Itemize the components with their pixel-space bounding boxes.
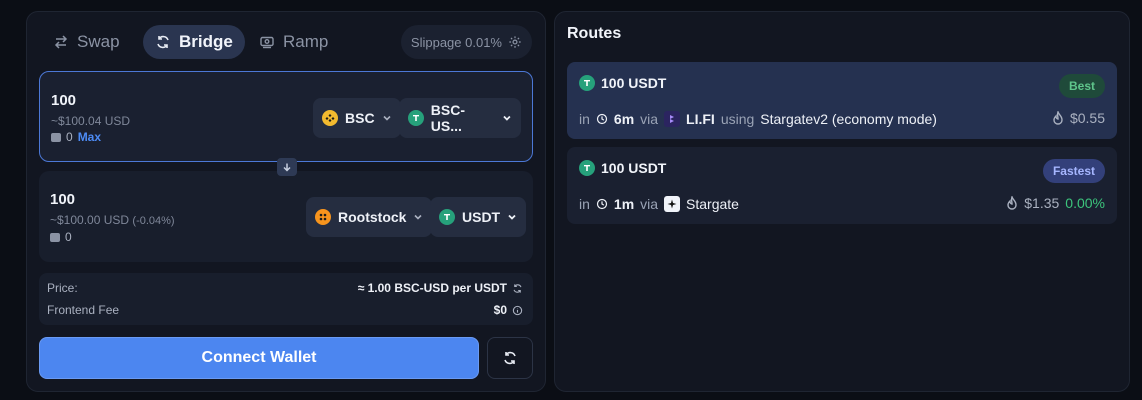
route-provider: LI.FI	[686, 111, 715, 127]
fee-value: $0	[493, 303, 507, 317]
tab-ramp[interactable]: Ramp	[247, 25, 340, 59]
usdt-token-icon	[439, 209, 455, 225]
arrow-down-icon	[283, 163, 291, 172]
flame-icon	[1007, 196, 1017, 210]
to-balance-value: 0	[65, 230, 72, 244]
to-usd-change: (-0.04%)	[132, 215, 175, 227]
from-balance-value: 0	[66, 130, 73, 144]
price-value-wrap: ≈ 1.00 BSC-USD per USDT	[358, 281, 523, 295]
bridge-cycle-icon	[157, 35, 169, 49]
in-label: in	[579, 111, 590, 127]
from-token-box[interactable]: 100 ~$100.04 USD 0 Max BSC BSC-US...	[39, 71, 533, 162]
chevron-down-icon	[414, 214, 423, 220]
bsc-chain-icon	[322, 110, 338, 126]
fee-row: Frontend Fee $0	[47, 303, 523, 317]
to-usd-amount: ~$100.00 USD	[50, 213, 130, 227]
clock-icon	[596, 198, 608, 210]
gear-icon	[509, 36, 521, 48]
tab-bridge[interactable]: Bridge	[143, 25, 245, 59]
via-label: via	[640, 196, 659, 212]
route-fee: $1.35 0.00%	[1006, 195, 1105, 211]
wallet-icon	[51, 132, 61, 142]
using-label: using	[720, 111, 755, 127]
route-details: in 1m via Stargate	[579, 196, 739, 212]
tab-swap-label: Swap	[77, 32, 120, 51]
route-amount-value: 100 USDT	[601, 75, 667, 91]
switch-direction-button[interactable]	[277, 158, 297, 176]
clock-icon	[596, 113, 608, 125]
max-button[interactable]: Max	[78, 130, 101, 144]
swap-arrows-icon	[54, 35, 68, 49]
to-token-select[interactable]: USDT	[430, 197, 527, 237]
lifi-logo-icon	[664, 111, 681, 127]
route-time: 1m	[613, 196, 635, 212]
stargate-logo-icon	[664, 196, 681, 212]
usdt-token-icon	[408, 110, 424, 126]
route-fee: $0.55	[1052, 110, 1105, 126]
from-amount-input[interactable]: 100	[51, 92, 76, 109]
fee-value-wrap: $0	[494, 303, 523, 317]
info-icon[interactable]	[512, 305, 523, 316]
route-amount: 100 USDT	[579, 160, 666, 176]
to-usd-value: ~$100.00 USD (-0.04%)	[50, 213, 175, 227]
to-token-label: USDT	[462, 209, 501, 225]
route-provider: Stargate	[686, 196, 739, 212]
routes-panel: Routes 100 USDT Best in 6m via LI.FI usi…	[554, 11, 1130, 392]
refresh-rate-icon[interactable]	[512, 283, 523, 294]
flame-icon	[1053, 111, 1063, 125]
routes-title: Routes	[567, 25, 622, 42]
route-gas: $0.55	[1069, 110, 1105, 126]
route-details: in 6m via LI.FI using Stargatev2 (econom…	[579, 111, 937, 127]
route-pct: 0.00%	[1065, 195, 1105, 211]
from-chain-select[interactable]: BSC	[313, 98, 401, 138]
from-token-label: BSC-US...	[430, 102, 465, 134]
price-row: Price: ≈ 1.00 BSC-USD per USDT	[47, 281, 523, 295]
tab-ramp-label: Ramp	[283, 32, 329, 51]
refresh-button[interactable]	[487, 337, 533, 379]
route-gas: $1.35	[1024, 195, 1060, 211]
chevron-down-icon	[503, 115, 511, 121]
usdt-token-icon	[579, 75, 595, 91]
price-value: ≈ 1.00 BSC-USD per USDT	[357, 281, 507, 295]
tab-swap[interactable]: Swap	[41, 25, 132, 59]
connect-wallet-button[interactable]: Connect Wallet	[39, 337, 479, 379]
from-token-select[interactable]: BSC-US...	[399, 98, 521, 138]
quote-info: Price: ≈ 1.00 BSC-USD per USDT Frontend …	[39, 273, 533, 325]
to-chain-label: Rootstock	[338, 209, 407, 225]
from-usd-value: ~$100.04 USD	[51, 114, 131, 128]
ramp-card-icon	[260, 36, 274, 49]
route-bridge: Stargatev2 (economy mode)	[760, 111, 937, 127]
route-card[interactable]: 100 USDT Best in 6m via LI.FI using Star…	[567, 62, 1117, 139]
fee-label: Frontend Fee	[47, 303, 120, 317]
to-amount: 100	[50, 191, 76, 208]
slippage-button[interactable]: Slippage 0.01%	[400, 25, 532, 59]
slippage-label: Slippage 0.01%	[410, 34, 502, 50]
from-balance: 0 Max	[51, 130, 101, 144]
wallet-icon	[50, 232, 60, 242]
refresh-icon	[504, 351, 516, 365]
route-card[interactable]: 100 USDT Fastest in 1m via Stargate $1.3…	[567, 147, 1117, 224]
chevron-down-icon	[382, 115, 391, 121]
to-chain-select[interactable]: Rootstock	[306, 197, 433, 237]
chevron-down-icon	[508, 214, 516, 220]
from-chain-label: BSC	[345, 110, 375, 126]
tab-bridge-label: Bridge	[179, 32, 233, 51]
to-balance: 0	[50, 230, 72, 244]
price-label: Price:	[47, 281, 78, 295]
rootstock-chain-icon	[315, 209, 331, 225]
to-token-box: 100 ~$100.00 USD (-0.04%) 0 Rootstock US…	[39, 171, 533, 262]
route-time: 6m	[613, 111, 635, 127]
fastest-badge: Fastest	[1042, 159, 1105, 183]
via-label: via	[640, 111, 659, 127]
usdt-token-icon	[579, 160, 595, 176]
bridge-panel: Swap Bridge Ramp Slippage 0.01% 100 ~$10…	[26, 11, 546, 392]
route-amount-value: 100 USDT	[601, 160, 667, 176]
route-amount: 100 USDT	[579, 75, 666, 91]
in-label: in	[579, 196, 590, 212]
best-badge: Best	[1058, 74, 1105, 98]
